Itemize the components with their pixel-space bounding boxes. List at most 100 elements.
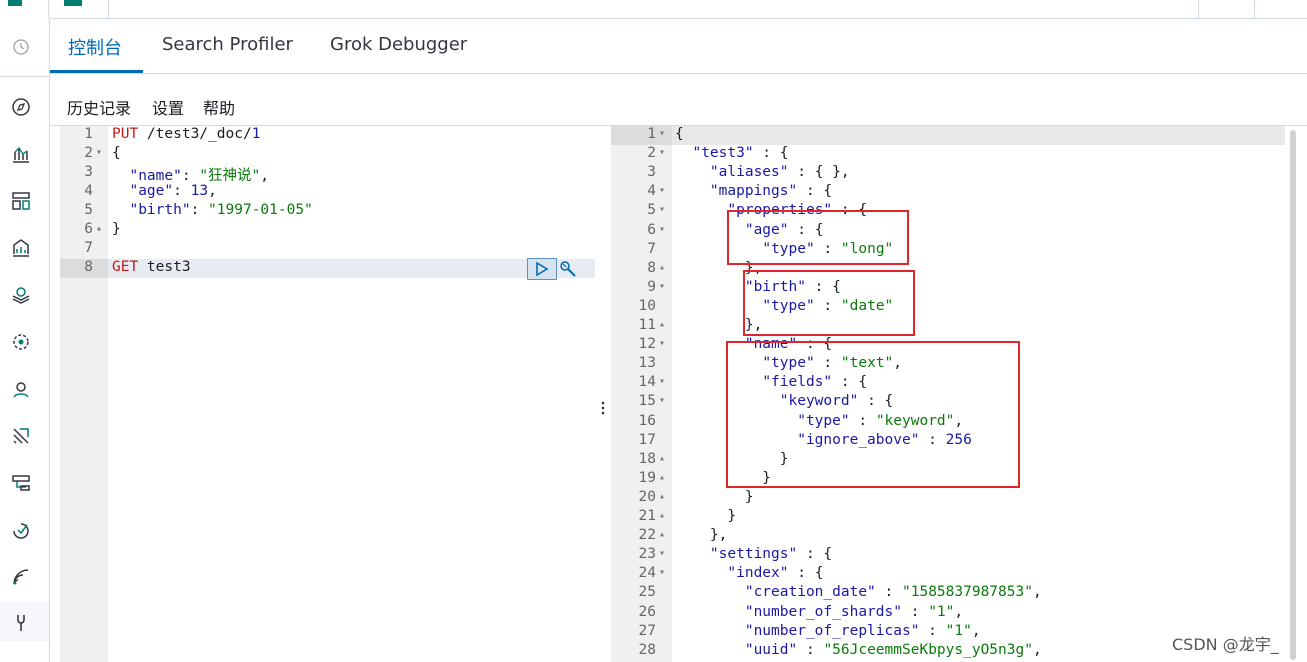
infra-icon[interactable] <box>10 472 32 494</box>
chart-icon[interactable] <box>10 143 32 165</box>
line-number: 14 <box>638 374 656 391</box>
dashboard-icon[interactable] <box>10 190 32 212</box>
compass-icon[interactable] <box>10 96 32 118</box>
help-link[interactable]: 帮助 <box>203 95 235 119</box>
fold-toggle-icon[interactable]: ▾ <box>659 147 669 158</box>
history-link[interactable]: 历史记录 <box>67 95 131 119</box>
fold-toggle-icon[interactable]: ▾ <box>659 281 669 292</box>
response-scrollbar[interactable] <box>1290 130 1296 660</box>
line-number: 13 <box>638 355 656 372</box>
line-number: 28 <box>638 641 656 658</box>
request-editor[interactable]: 1 PUT /test3/_doc/1 2 ▾ {3 "name": "狂神说", 4 "… <box>60 126 595 662</box>
fold-toggle-icon[interactable]: ▾ <box>96 147 106 158</box>
canvas-icon[interactable] <box>10 237 32 259</box>
code-line[interactable]: 7 <box>60 240 595 259</box>
fold-toggle-icon[interactable]: ▴ <box>659 262 669 273</box>
fold-toggle-icon[interactable]: ▾ <box>659 128 669 139</box>
code-text: }, <box>675 527 728 544</box>
fold-toggle-icon[interactable]: ▾ <box>659 224 669 235</box>
devtools-icon[interactable] <box>10 612 32 634</box>
code-line[interactable]: 7 "type" : "long" <box>611 241 1291 260</box>
code-line[interactable]: 3 "name": "狂神说", <box>60 164 595 184</box>
tab-search-profiler[interactable]: Search Profiler <box>162 34 293 55</box>
line-number: 7 <box>647 240 656 257</box>
uptime-icon[interactable] <box>10 519 32 541</box>
code-line[interactable]: 3 "aliases" : { }, <box>611 164 1291 183</box>
fold-toggle-icon[interactable]: ▴ <box>659 529 669 540</box>
code-text: } <box>675 488 754 505</box>
fold-toggle-icon[interactable]: ▴ <box>659 472 669 483</box>
line-number: 3 <box>647 164 656 181</box>
fold-toggle-icon[interactable]: ▴ <box>659 453 669 464</box>
kibana-logo-icon[interactable] <box>8 0 22 6</box>
watermark-text: CSDN @龙宇_ <box>1172 635 1279 654</box>
wrench-icon[interactable] <box>558 259 578 279</box>
code-text: } <box>675 508 737 524</box>
line-number: 5 <box>647 202 656 219</box>
code-line[interactable]: 22 ▴ }, <box>611 527 1291 546</box>
fold-toggle-icon[interactable]: ▾ <box>659 567 669 578</box>
fold-toggle-icon[interactable]: ▾ <box>659 395 669 406</box>
siem-icon[interactable] <box>10 425 32 447</box>
line-number: 12 <box>638 336 656 353</box>
code-line[interactable]: 20 ▴ } <box>611 489 1291 508</box>
code-line[interactable]: 2 ▾ { <box>60 145 595 164</box>
line-number: 10 <box>638 297 656 314</box>
line-number: 9 <box>647 278 656 295</box>
code-line[interactable]: 21 ▴ } <box>611 508 1291 527</box>
line-number: 26 <box>638 603 656 620</box>
code-line[interactable]: 4 ▾ "mappings" : { <box>611 183 1291 202</box>
code-line[interactable]: 5 "birth": "1997-01-05" <box>60 202 595 221</box>
code-text: "test3" : { <box>692 145 789 162</box>
code-line[interactable]: 6 ▴} <box>60 221 595 240</box>
app-logo-icon[interactable] <box>64 0 82 6</box>
code-line[interactable]: 1 PUT /test3/_doc/1 <box>60 126 595 145</box>
fold-toggle-icon[interactable]: ▾ <box>659 548 669 559</box>
line-number: 22 <box>638 527 656 544</box>
ml-icon[interactable] <box>10 331 32 353</box>
code-line[interactable]: 24 ▾ "index" : { <box>611 565 1291 584</box>
fold-toggle-icon[interactable]: ▾ <box>659 204 669 215</box>
apm-icon[interactable] <box>10 566 32 588</box>
maps-icon[interactable] <box>10 284 32 306</box>
code-line[interactable]: 8 GET test3 <box>60 259 595 278</box>
code-line[interactable]: 8 ▴ }, <box>611 260 1291 279</box>
pane-resizer[interactable] <box>597 126 611 662</box>
line-number: 2 <box>84 145 93 161</box>
line-number: 6 <box>84 221 93 237</box>
code-line[interactable]: 11 ▴ }, <box>611 317 1291 336</box>
fold-toggle-icon[interactable]: ▴ <box>659 319 669 330</box>
code-line[interactable]: 1 ▾ { <box>611 126 1291 145</box>
code-line[interactable]: 6 ▾ "age" : { <box>611 222 1291 241</box>
code-line[interactable]: 25 "creation_date" : "1585837987853", <box>611 584 1291 603</box>
line-number: 19 <box>638 469 656 486</box>
line-number: 4 <box>84 183 93 199</box>
code-line[interactable]: 10 "type" : "date" <box>611 298 1291 317</box>
graph-icon[interactable] <box>10 378 32 400</box>
fold-toggle-icon[interactable]: ▴ <box>659 510 669 521</box>
code-line[interactable]: 9 ▾ "birth" : { <box>611 279 1291 298</box>
code-text: PUT /test3/_doc/1 <box>112 126 261 142</box>
fold-toggle-icon[interactable]: ▴ <box>96 223 106 234</box>
tab-console[interactable]: 控制台 <box>68 34 122 60</box>
settings-link[interactable]: 设置 <box>152 95 184 119</box>
send-request-button[interactable] <box>527 258 557 280</box>
fold-toggle-icon[interactable]: ▴ <box>659 491 669 502</box>
code-text: "index" : { <box>727 565 824 582</box>
tab-grok-debugger[interactable]: Grok Debugger <box>330 34 467 55</box>
fold-toggle-icon[interactable]: ▾ <box>659 376 669 387</box>
top-header <box>0 0 1307 19</box>
code-text: } <box>112 221 121 237</box>
fold-toggle-icon[interactable]: ▾ <box>659 185 669 196</box>
code-text: { <box>112 145 121 161</box>
code-line[interactable]: 23 ▾ "settings" : { <box>611 546 1291 565</box>
code-line[interactable]: 5 ▾ "properties" : { <box>611 202 1291 221</box>
code-line[interactable]: 26 "number_of_shards" : "1", <box>611 604 1291 623</box>
code-line[interactable]: 4 "age": 13, <box>60 183 595 202</box>
fold-toggle-icon[interactable]: ▾ <box>659 338 669 349</box>
code-line[interactable]: 2 ▾ "test3" : { <box>611 145 1291 164</box>
clock-icon[interactable] <box>12 38 30 56</box>
console-menu: 历史记录 设置 帮助 <box>50 73 1307 126</box>
line-number: 1 <box>647 126 656 142</box>
line-number: 2 <box>647 145 656 162</box>
